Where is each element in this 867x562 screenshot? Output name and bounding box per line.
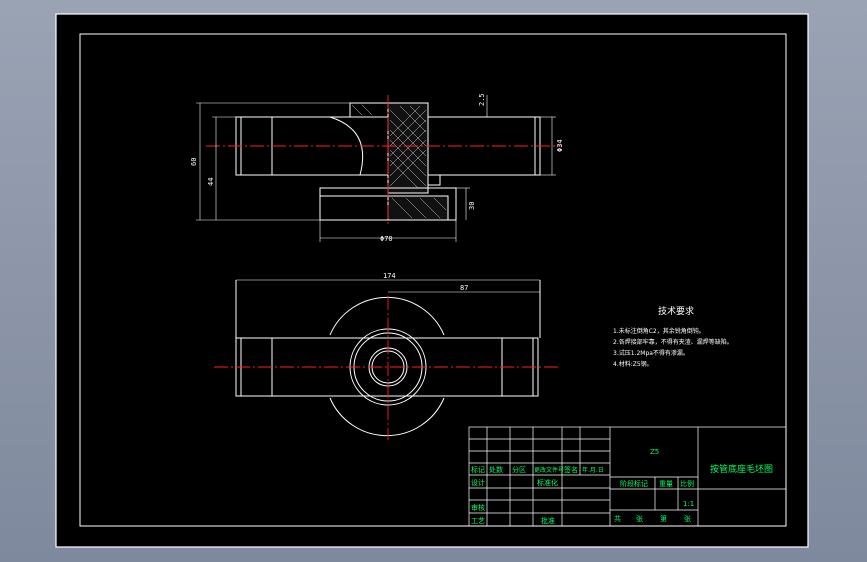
tb-process: 工艺 xyxy=(471,517,485,525)
tb-approve: 批准 xyxy=(541,516,555,525)
dim-bottom-dia: Φ70 xyxy=(380,235,393,243)
tb-sheet-total: 共 xyxy=(614,514,621,523)
tb-h-sign: 签名 xyxy=(564,465,578,474)
dim-inner-height: 44 xyxy=(207,178,215,186)
note-line-2: 2.各焊接部牢靠，不得有夹渣、漏焊等缺陷。 xyxy=(613,338,733,346)
tb-design: 设计 xyxy=(471,478,485,487)
tb-stage: 阶段标记 xyxy=(620,479,648,488)
note-line-3: 3.试压1.2Mpa不得有渗漏。 xyxy=(613,349,689,357)
tb-sheet-of: 第 xyxy=(660,514,667,523)
drawing-canvas[interactable]: 60 44 2.5 Φ34 30 Φ70 174 87 技术要求 1.未标注倒角… xyxy=(0,0,867,562)
dim-total-len: 174 xyxy=(383,272,396,280)
dim-total-height: 60 xyxy=(190,158,198,166)
tb-sheet-num2: 张 xyxy=(684,514,691,523)
tb-weight: 重量 xyxy=(659,480,673,488)
sheet-border xyxy=(55,13,809,548)
dim-half-len: 87 xyxy=(460,284,468,292)
notes-title: 技术要求 xyxy=(658,305,694,317)
tb-h-date: 年.月.日 xyxy=(582,466,604,474)
tb-material: Z5 xyxy=(650,448,659,456)
note-line-1: 1.未标注倒角C2，其余锐角倒钝。 xyxy=(613,327,705,335)
dim-wall: 2.5 xyxy=(478,93,486,106)
tb-standard: 标准化 xyxy=(537,478,558,487)
tb-h-docno: 更改文件号 xyxy=(534,466,564,474)
tb-h-count: 处数 xyxy=(489,465,503,474)
tb-drawing-name: 按管底座毛坯图 xyxy=(710,463,773,475)
tb-scale: 1:1 xyxy=(683,500,694,508)
tb-h-zone: 分区 xyxy=(512,465,526,474)
cad-viewport: 60 44 2.5 Φ34 30 Φ70 174 87 技术要求 1.未标注倒角… xyxy=(0,0,867,562)
note-line-4: 4.材料:Z5钢。 xyxy=(613,360,653,368)
tb-sheet-num: 张 xyxy=(636,514,643,523)
dim-bottom-h: 30 xyxy=(468,202,476,210)
dim-right-dia: Φ34 xyxy=(556,139,564,152)
tb-review: 审核 xyxy=(471,503,485,512)
tb-h-mark: 标记 xyxy=(471,465,485,474)
tb-scale-label: 比例 xyxy=(680,479,694,488)
